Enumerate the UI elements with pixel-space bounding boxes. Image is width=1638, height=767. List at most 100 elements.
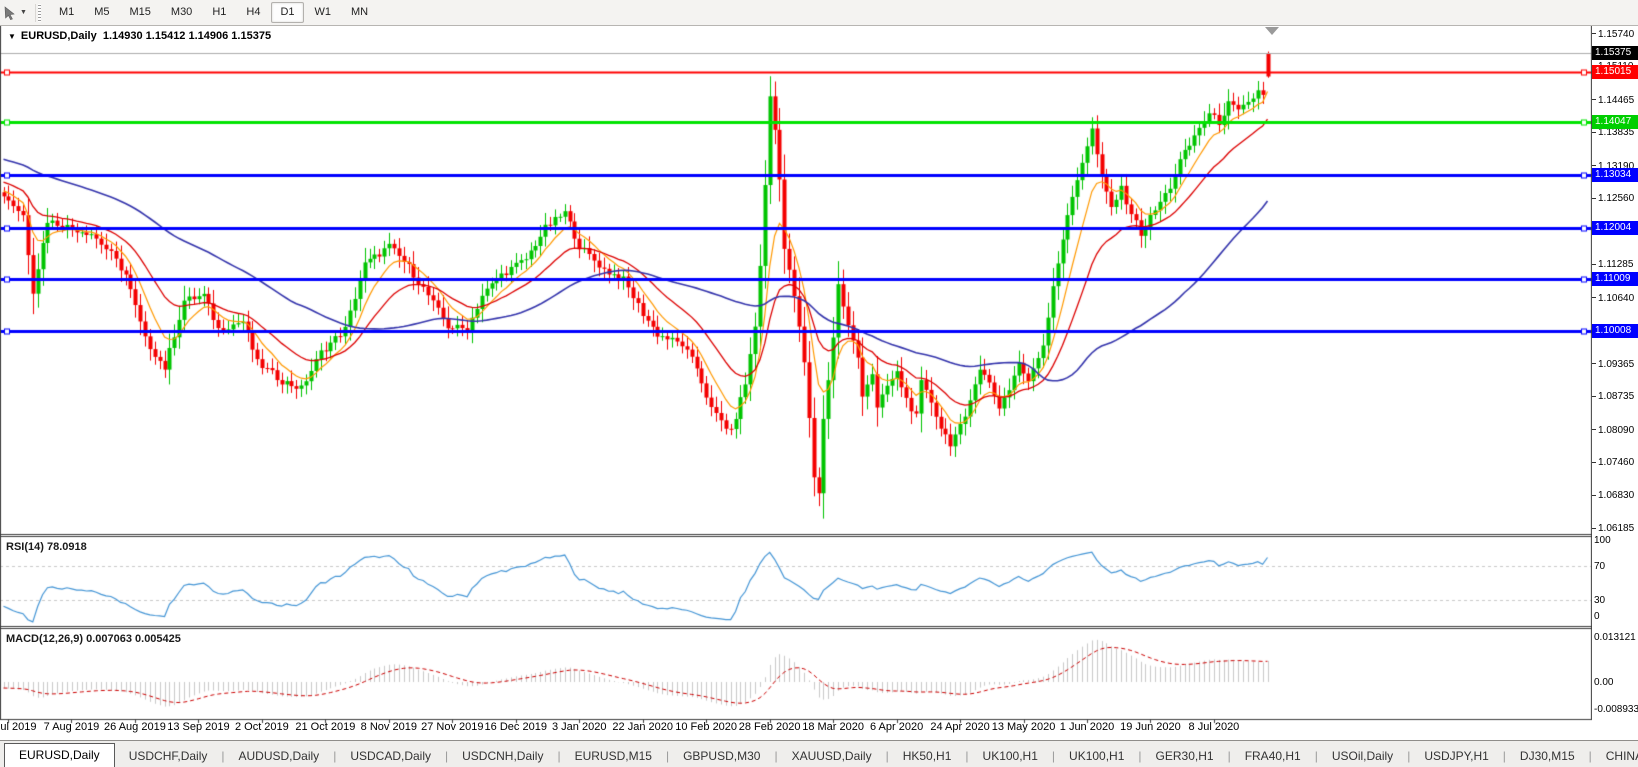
price-tick-mark	[1592, 198, 1596, 200]
chart-tab-hk50-h1[interactable]: HK50,H1	[889, 746, 966, 767]
chart-tab-usdcad-daily[interactable]: USDCAD,Daily	[336, 746, 445, 767]
chart-tab-uk100-h1[interactable]: UK100,H1	[969, 746, 1052, 767]
date-label: 21 Oct 2019	[295, 721, 356, 733]
price-axis: 1.157401.151101.144651.138351.131901.125…	[1592, 26, 1638, 734]
price-tick-value: 1.06830	[1598, 489, 1635, 501]
price-tick-label: 1.09365	[1592, 359, 1634, 370]
chart-tab-usdcnh-daily[interactable]: USDCNH,Daily	[448, 746, 557, 767]
cursor-tool-dropdown-icon[interactable]: ▼	[20, 9, 27, 16]
price-tick-mark	[1592, 33, 1596, 35]
date-label: 19 Jun 2020	[1120, 721, 1181, 733]
price-tick-label: 1.06185	[1592, 523, 1634, 534]
date-label: 18 Mar 2020	[802, 721, 864, 733]
price-tick-label: 1.06830	[1592, 490, 1634, 501]
price-badge-1-12004: 1.12004	[1592, 220, 1638, 235]
date-label: 3 Jan 2020	[552, 721, 607, 733]
date-axis: 19 Jul 2019 7 Aug 2019 26 Aug 201913 Sep 2…	[0, 721, 1592, 735]
timeframe-button-h1[interactable]: H1	[203, 2, 235, 23]
price-tick-label: 1.08090	[1592, 425, 1634, 436]
chart-window: ▼ EURUSD,Daily 1.14930 1.15412 1.14906 1.…	[0, 26, 1638, 734]
price-tick-value: 1.11285	[1598, 259, 1634, 271]
date-label: 28 Feb 2020	[738, 721, 801, 733]
date-label: 26 Aug 2019	[104, 721, 166, 733]
price-tick-value: 1.08735	[1598, 391, 1635, 403]
macd-axis-label: 0.00	[1594, 677, 1614, 688]
macd-axis-label: 0.013121	[1594, 631, 1636, 643]
chart-tab-dj30-m15[interactable]: DJ30,M15	[1506, 746, 1589, 767]
chart-shift-marker-icon[interactable]	[1265, 27, 1279, 35]
price-tick-mark	[1592, 99, 1596, 101]
date-label: 16 Dec 2019	[484, 721, 547, 733]
timeframe-button-group: M1 M5 M15 M30 H1 H4 D1 W1 MN	[49, 2, 378, 23]
price-tick-value: 1.09365	[1598, 358, 1635, 370]
chart-menu-icon[interactable]: ▼	[8, 32, 16, 41]
price-tick-mark	[1592, 494, 1596, 496]
rsi-axis-label: 30	[1594, 595, 1606, 607]
price-badge-1-13034: 1.13034	[1592, 167, 1638, 182]
price-tick-value: 1.08090	[1598, 424, 1635, 436]
chart-tab-usdjpy-h1[interactable]: USDJPY,H1	[1410, 746, 1502, 767]
price-tick-label: 1.15740	[1592, 29, 1634, 40]
price-tick-mark	[1592, 527, 1596, 529]
price-tick-value: 1.12560	[1598, 193, 1635, 205]
chart-tab-fra40-h1[interactable]: FRA40,H1	[1231, 746, 1315, 767]
price-tick-mark	[1592, 297, 1596, 299]
price-tick-label: 1.08735	[1592, 391, 1634, 402]
price-tick-mark	[1592, 396, 1596, 397]
toolbar-grip-handle[interactable]	[34, 3, 43, 22]
chart-tab-bar: EURUSD,Daily USDCHF,Daily | AUDUSD,Daily | US…	[0, 740, 1638, 767]
price-tick-mark	[1592, 132, 1596, 134]
chart-tab-xauusd-daily[interactable]: XAUUSD,Daily	[778, 746, 886, 767]
chart-tab-eurusd-daily[interactable]: EURUSD,Daily	[4, 743, 115, 767]
price-tick-mark	[1592, 462, 1596, 463]
chart-tab-ger30-h1[interactable]: GER30,H1	[1142, 746, 1228, 767]
price-badge-1-14047: 1.14047	[1592, 115, 1638, 130]
date-label: 19 Jul 2019	[0, 721, 37, 733]
rsi-indicator-label: RSI(14) 78.0918	[6, 541, 87, 553]
timeframe-button-m1[interactable]: M1	[50, 2, 83, 23]
date-label: 8 Nov 2019	[360, 721, 417, 733]
price-tick-value: 1.10640	[1598, 292, 1635, 304]
price-badge-1-11009: 1.11009	[1592, 272, 1638, 287]
chart-title: ▼ EURUSD,Daily 1.14930 1.15412 1.14906 1.…	[8, 30, 271, 42]
timeframe-button-m15[interactable]: M15	[121, 2, 160, 23]
chart-tab-usdchf-daily[interactable]: USDCHF,Daily	[115, 746, 222, 767]
cursor-tool-icon[interactable]	[1, 4, 19, 22]
date-label: 10 Feb 2020	[675, 721, 738, 733]
timeframe-button-mn[interactable]: MN	[342, 2, 377, 23]
chart-tab-audusd-daily[interactable]: AUDUSD,Daily	[225, 746, 334, 767]
macd-axis-label: -0.008933	[1594, 704, 1638, 715]
chart-tab-china300-h4[interactable]: CHINA300,H4	[1592, 746, 1638, 767]
chart-tab-eurusd-m15[interactable]: EURUSD,M15	[561, 746, 666, 767]
date-label: 22 Jan 2020	[612, 721, 673, 733]
toolbar: ▼ M1 M5 M15 M30 H1 H4 D1 W1 MN	[0, 0, 1638, 26]
timeframe-button-d1[interactable]: D1	[271, 2, 304, 23]
price-badge-1-10008: 1.10008	[1592, 324, 1638, 339]
rsi-axis-label: 100	[1594, 535, 1611, 546]
timeframe-button-h4[interactable]: H4	[237, 2, 269, 23]
price-tick-label: 1.11285	[1592, 259, 1633, 270]
date-label: 7 Aug 2019	[43, 721, 100, 733]
price-tick-value: 1.07460	[1598, 457, 1635, 469]
date-label: 6 Apr 2020	[869, 721, 924, 733]
price-tick-value: 1.06185	[1598, 523, 1635, 535]
price-tick-label: 1.14465	[1592, 95, 1634, 106]
price-badge-1-15375: 1.15375	[1592, 46, 1638, 61]
price-chart-canvas[interactable]	[0, 26, 1592, 726]
price-tick-label: 1.07460	[1592, 457, 1634, 468]
price-tick-label: 1.10640	[1592, 293, 1634, 304]
date-label: 27 Nov 2019	[421, 721, 484, 733]
chart-tab-usoil-daily[interactable]: USOil,Daily	[1318, 746, 1407, 767]
chart-tab-uk100-h1[interactable]: UK100,H1	[1055, 746, 1138, 767]
price-tick-mark	[1592, 363, 1596, 365]
chart-tab-gbpusd-m30[interactable]: GBPUSD,M30	[669, 746, 774, 767]
date-label: 8 Jul 2020	[1188, 721, 1240, 733]
date-label: 1 Jun 2020	[1059, 721, 1115, 733]
timeframe-button-m5[interactable]: M5	[85, 2, 118, 23]
timeframe-button-m30[interactable]: M30	[162, 2, 201, 23]
price-tick-mark	[1592, 165, 1596, 167]
date-label: 13 May 2020	[991, 721, 1056, 733]
date-label: 24 Apr 2020	[930, 721, 990, 733]
timeframe-button-w1[interactable]: W1	[306, 2, 341, 23]
price-tick-mark	[1592, 264, 1596, 266]
